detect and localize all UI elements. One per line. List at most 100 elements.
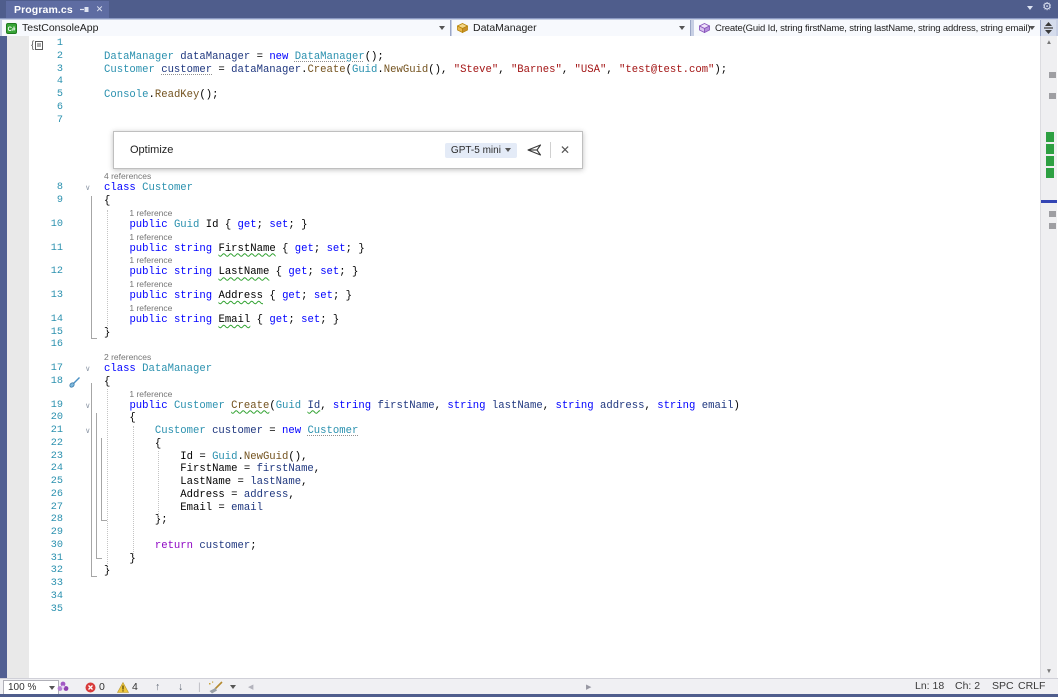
close-icon[interactable]: ✕	[96, 4, 104, 15]
code-cleanup-icon[interactable]	[208, 679, 236, 695]
error-count[interactable]: 0	[85, 679, 105, 695]
fold-margin	[63, 38, 104, 51]
codelens-references[interactable]: 1 reference	[129, 208, 172, 219]
codelens-references[interactable]: 1 reference	[129, 279, 172, 290]
token: Create	[307, 64, 345, 76]
code-text: FirstName = firstName,	[104, 463, 320, 476]
fold-chevron-icon[interactable]: ∨	[85, 400, 91, 413]
zoom-value: 100 %	[8, 682, 36, 693]
code-line: 21∨ Customer customer = new Customer	[29, 425, 1040, 438]
warning-count[interactable]: 4	[117, 679, 138, 695]
token: ,	[435, 400, 448, 412]
fold-margin	[63, 115, 104, 128]
codelens-row: 1 reference	[29, 303, 1040, 314]
token: address	[244, 489, 289, 501]
token: dataManager	[231, 64, 301, 76]
inline-chat-widget[interactable]: Optimize GPT-5 mini ✕	[113, 131, 583, 169]
codelens-references[interactable]: 4 references	[104, 171, 151, 182]
chevron-down-icon[interactable]	[1029, 26, 1035, 30]
tab-program-cs[interactable]: Program.cs ✕	[6, 1, 109, 18]
hscroll-left-icon[interactable]: ◀	[248, 679, 253, 695]
code-text: Id = Guid.NewGuid(),	[104, 451, 307, 464]
close-icon[interactable]: ✕	[560, 143, 570, 157]
next-issue-icon[interactable]: ↓	[178, 679, 183, 695]
code-line: 31 }	[29, 553, 1040, 566]
line-number: 5	[29, 89, 63, 102]
project-dropdown[interactable]: C# TestConsoleApp	[2, 20, 451, 36]
chevron-down-icon[interactable]	[1027, 6, 1033, 10]
outline-guide	[91, 383, 92, 577]
fold-chevron-icon[interactable]: ∨	[85, 363, 91, 376]
scroll-mark-saved	[1046, 132, 1054, 142]
token: ; }	[346, 243, 365, 255]
code-area: 12DataManager dataManager = new DataMana…	[29, 38, 1040, 616]
fold-margin	[63, 438, 104, 451]
hscroll-right-icon[interactable]: ▶	[586, 679, 591, 695]
code-line: 35	[29, 604, 1040, 617]
codelens-references[interactable]: 1 reference	[129, 255, 172, 266]
split-window-icon[interactable]	[1041, 20, 1056, 36]
fold-margin	[63, 489, 104, 502]
token: ,	[314, 463, 320, 475]
vertical-scrollbar[interactable]: ▲ ▼	[1040, 36, 1057, 678]
token	[104, 540, 155, 552]
gear-icon[interactable]: ⚙	[1042, 2, 1052, 13]
error-count-value: 0	[99, 681, 105, 693]
token: "Barnes"	[511, 64, 562, 76]
scroll-down-icon[interactable]: ▼	[1041, 668, 1057, 675]
token: Id	[307, 400, 320, 412]
codelens-references[interactable]: 2 references	[104, 352, 151, 363]
copilot-status-icon[interactable]	[57, 679, 69, 695]
type-dropdown[interactable]: DataManager	[452, 20, 691, 36]
status-eol: CRLF	[1018, 680, 1045, 692]
scroll-up-icon[interactable]: ▲	[1041, 39, 1057, 46]
chevron-down-icon[interactable]	[230, 685, 236, 689]
code-editor[interactable]: { 12DataManager dataManager = new DataMa…	[0, 36, 1058, 678]
token: ,	[301, 476, 307, 488]
line-number: 11	[29, 243, 63, 256]
chevron-down-icon[interactable]	[679, 26, 685, 30]
token: ;	[288, 314, 301, 326]
token: customer	[199, 540, 250, 552]
token: email	[231, 502, 263, 514]
code-line: 25 LastName = lastName,	[29, 476, 1040, 489]
fold-margin	[63, 51, 104, 64]
scroll-mark-grey	[1049, 223, 1056, 229]
fold-margin	[63, 290, 104, 303]
fold-chevron-icon[interactable]: ∨	[85, 425, 91, 438]
fold-chevron-icon[interactable]: ∨	[85, 182, 91, 195]
token: {	[269, 266, 288, 278]
navigation-bar: C# TestConsoleApp DataManager Create(Gui…	[0, 18, 1058, 37]
line-number: 33	[29, 578, 63, 591]
codelens-references[interactable]: 1 reference	[129, 232, 172, 243]
send-icon[interactable]	[527, 144, 542, 156]
token: string	[174, 266, 212, 278]
codelens-row: 1 reference	[29, 232, 1040, 243]
code-line: 7	[29, 115, 1040, 128]
pushpin-icon[interactable]	[80, 5, 90, 14]
code-text: public string LastName { get; set; }	[104, 266, 358, 279]
token: string	[174, 314, 212, 326]
token: (),	[288, 451, 307, 463]
code-line: 13 public string Address { get; set; }	[29, 290, 1040, 303]
editor-left-frame	[0, 36, 7, 678]
token: ,	[498, 64, 511, 76]
token: get	[238, 219, 257, 231]
token: "USA"	[575, 64, 607, 76]
code-line: 5Console.ReadKey();	[29, 89, 1040, 102]
prev-issue-icon[interactable]: ↑	[155, 679, 160, 695]
fold-margin	[63, 89, 104, 102]
error-icon	[85, 682, 96, 693]
prompt-input[interactable]: Optimize	[130, 144, 445, 156]
token: Id {	[199, 219, 237, 231]
codelens-references[interactable]: 1 reference	[129, 389, 172, 400]
model-selector[interactable]: GPT-5 mini	[445, 143, 517, 158]
member-signature: Create(Guid Id, string firstName, string…	[715, 23, 1030, 34]
member-dropdown[interactable]: Create(Guid Id, string firstName, string…	[694, 20, 1041, 36]
token: Customer	[174, 400, 225, 412]
chevron-down-icon[interactable]	[439, 26, 445, 30]
codelens-references[interactable]: 1 reference	[129, 303, 172, 314]
code-text: LastName = lastName,	[104, 476, 307, 489]
scroll-mark-grey	[1049, 72, 1056, 78]
zoom-selector[interactable]: 100 %	[3, 680, 59, 695]
